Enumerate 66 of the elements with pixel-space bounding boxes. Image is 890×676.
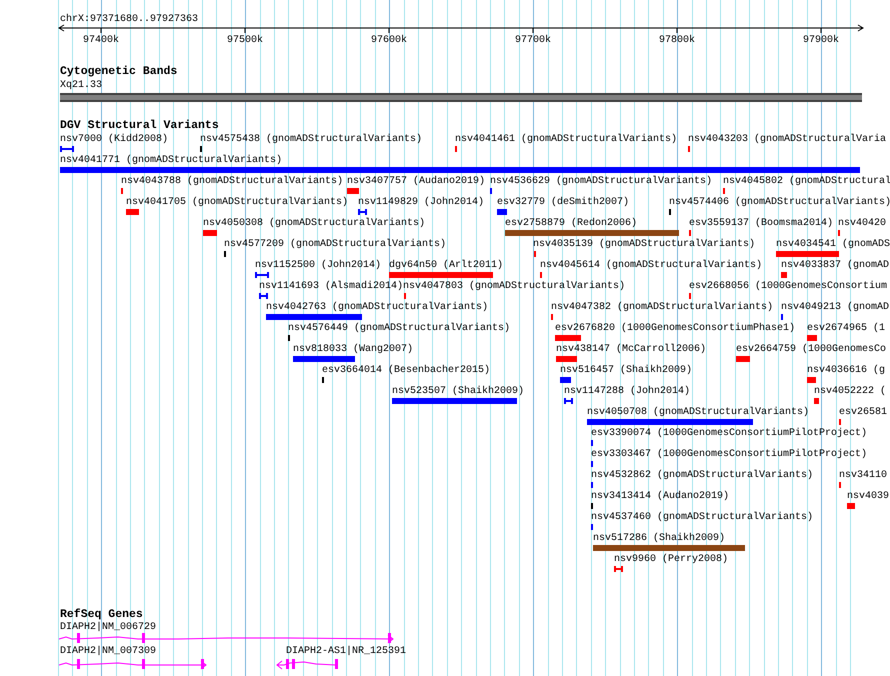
variant-label: dgv64n50 (Arlt2011) — [389, 260, 504, 272]
variant-label: esv2664759 (1000GenomesCo — [736, 344, 886, 356]
variant-label: nsv4576449 (gnomADStructuralVariants) — [288, 323, 510, 335]
variant-label: nsv9960 (Perry2008) — [614, 554, 728, 566]
variant-label: nsv4042763 (gnomADStructuralVariants) — [266, 302, 488, 314]
variant-label: nsv4043203 (gnomADStructuralVaria — [688, 134, 886, 146]
variant-label: nsv516457 (Shaikh2009) — [560, 365, 692, 377]
variant-label: nsv4041771 (gnomADStructuralVariants) — [60, 155, 282, 167]
variant-label: nsv4049213 (gnomAD — [781, 302, 890, 314]
gene-label: DIAPH2|NM_006729 — [60, 622, 156, 634]
variant-label: esv26581 — [839, 407, 888, 419]
ruler-tick-label: 97700k — [514, 35, 552, 47]
variant-label: nsv4047803 (gnomADStructuralVariants) — [403, 281, 626, 293]
variant-label: nsv1149829 (John2014) — [358, 197, 484, 209]
variant-label: nsv4574406 (gnomADStructuralVariants) — [669, 197, 890, 209]
gene-label: DIAPH2-AS1|NR_125391 — [286, 646, 406, 658]
variant-label: nsv1152500 (John2014) — [255, 260, 382, 272]
variant-label: nsv4033837 (gnomAD — [781, 260, 890, 272]
track-title: Cytogenetic Bands — [60, 66, 178, 78]
variant-label: nsv4047382 (gnomADStructuralVariants) — [551, 302, 774, 314]
band-label: Xq21.33 — [60, 80, 102, 92]
variant-label: nsv517286 (Shaikh2009) — [593, 533, 726, 545]
variant-label: nsv4537460 (gnomADStructuralVariants) — [591, 512, 814, 524]
variant-label: nsv4052222 ( — [814, 386, 886, 398]
variant-label: nsv40420 — [838, 218, 886, 230]
variant-label: nsv4536629 (gnomADStructuralVariants) — [490, 176, 712, 188]
track-title: DGV Structural Variants — [60, 120, 219, 132]
variant-label: nsv1147288 (John2014) — [564, 386, 690, 398]
variant-label: nsv34110 — [839, 470, 888, 482]
variant-label: nsv4036616 (g — [807, 365, 886, 377]
ruler-tick-label: 97500k — [226, 35, 264, 47]
variant-label: nsv4577209 (gnomADStructuralVariants) — [224, 239, 446, 251]
variant-label: esv2676820 (1000GenomesConsortiumPhase1) — [555, 323, 796, 335]
location-label: chrX:97371680..97927363 — [60, 14, 198, 26]
variant-label: esv2668056 (1000GenomesConsortium — [689, 281, 888, 293]
gene-label: DIAPH2|NM_007309 — [60, 646, 156, 658]
ruler-tick-label: 97800k — [658, 35, 696, 47]
variant-label: nsv3413414 (Audano2019) — [591, 491, 730, 503]
variant-label: nsv523507 (Shaikh2009) — [392, 386, 524, 398]
variant-label: nsv438147 (McCarroll2006) — [556, 344, 706, 356]
variant-label: esv3390074 (1000GenomesConsortiumPilotProject) — [591, 428, 868, 440]
ruler-tick-label: 97600k — [370, 35, 408, 47]
variant-label: nsv4575438 (gnomADStructuralVariants) — [200, 134, 422, 146]
variant-label: esv3664014 (Besenbacher2015) — [322, 365, 490, 377]
variant-label: esv3303467 (1000GenomesConsortiumPilotProject) — [591, 449, 868, 461]
variant-label: nsv4035139 (gnomADStructuralVariants) — [533, 239, 756, 251]
variant-label: nsv4039 — [847, 491, 890, 503]
variant-label: nsv1141693 (Alsmadi2014) — [259, 281, 404, 293]
variant-label: nsv3407757 (Audano2019) — [347, 176, 486, 188]
track-title: RefSeq Genes — [60, 609, 143, 621]
variant-label: nsv4045614 (gnomADStructuralVariants) — [540, 260, 762, 272]
variant-label: nsv4041461 (gnomADStructuralVariants) — [455, 134, 678, 146]
variant-label: nsv4041705 (gnomADStructuralVariants) — [126, 197, 348, 209]
variant-label: esv32779 (deSmith2007) — [497, 197, 630, 209]
ruler-tick-label: 97900k — [802, 35, 840, 47]
variant-label: nsv4034541 (gnomADS — [776, 239, 890, 251]
variant-label: esv2674965 (1 — [807, 323, 886, 335]
variant-label: nsv4043788 (gnomADStructuralVariants) — [121, 176, 344, 188]
variant-label: nsv4050708 (gnomADStructuralVariants) — [587, 407, 810, 419]
variant-label: nsv4532862 (gnomADStructuralVariants) — [591, 470, 814, 482]
variant-label: nsv7000 (Kidd2008) — [60, 134, 168, 146]
variant-label: esv3559137 (Boomsma2014) — [689, 218, 834, 230]
variant-label: esv2758879 (Redon2006) — [505, 218, 638, 230]
variant-label: nsv4050308 (gnomADStructuralVariants) — [203, 218, 426, 230]
ruler-tick-label: 97400k — [82, 35, 120, 47]
variant-label: nsv818033 (Wang2007) — [293, 344, 414, 356]
